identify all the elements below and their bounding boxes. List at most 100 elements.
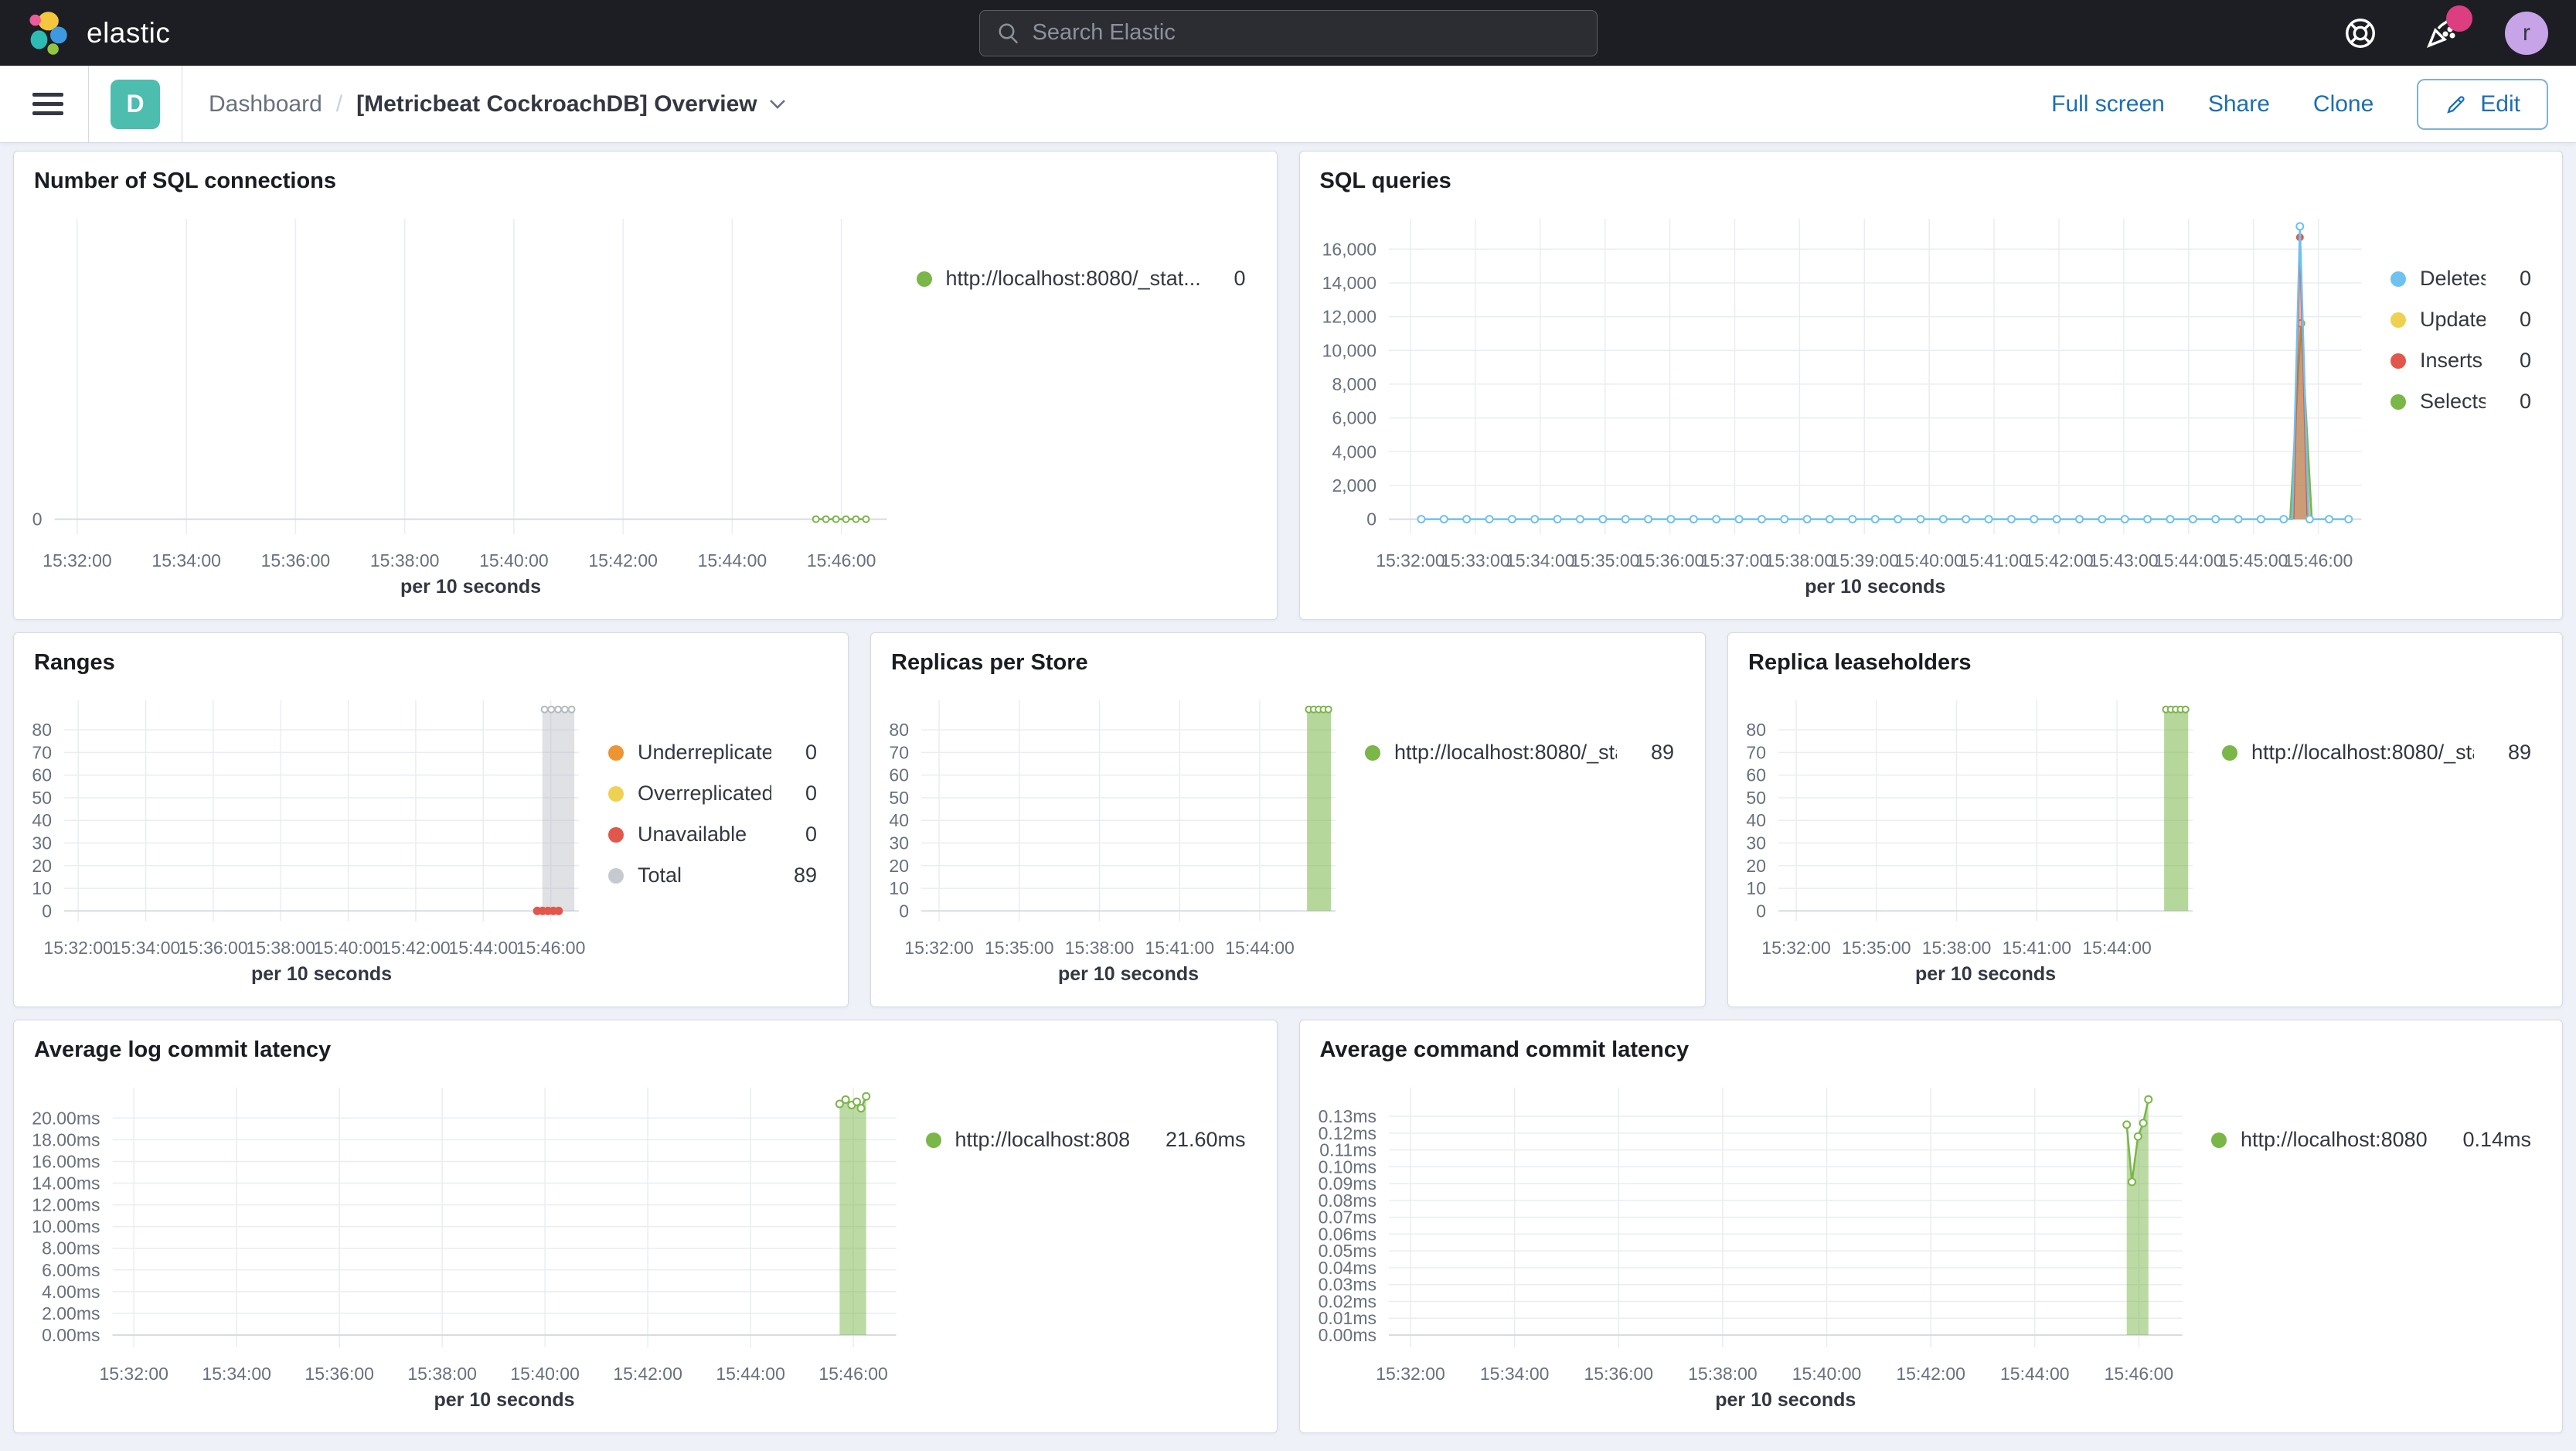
panel-number-of-sql-connections: Number of SQL connections 15:32:00 15:34:… bbox=[13, 151, 1278, 620]
legend-label: Inserts bbox=[2420, 349, 2483, 372]
svg-text:15:42:00: 15:42:00 bbox=[1896, 1364, 1965, 1384]
panel-title: Number of SQL connections bbox=[34, 169, 337, 193]
svg-text:15:36:00: 15:36:00 bbox=[261, 550, 331, 571]
main-menu-button[interactable] bbox=[22, 80, 74, 128]
svg-text:0: 0 bbox=[1756, 901, 1766, 921]
panel-replica-leaseholders: Replica leaseholders 15:32:00 15:35:00 15:… bbox=[1727, 632, 2563, 1007]
chart-number-of-sql-connections[interactable]: 15:32:00 15:34:00 15:36:00 15:38:00 15:40:00… bbox=[20, 199, 917, 613]
svg-text:15:44:00: 15:44:00 bbox=[2000, 1364, 2070, 1384]
user-avatar[interactable]: r bbox=[2505, 11, 2548, 55]
svg-text:15:36:00: 15:36:00 bbox=[179, 938, 248, 958]
svg-text:15:32:00: 15:32:00 bbox=[1376, 1364, 1445, 1384]
legend-item[interactable]: http://localhost:8080/_sta... 89 bbox=[1365, 741, 1674, 765]
svg-text:15:34:00: 15:34:00 bbox=[202, 1364, 271, 1384]
elastic-logo-icon bbox=[29, 11, 67, 55]
chart-sql-queries[interactable]: 15:32:00 15:33:00 15:34:00 15:35:00 15:36:00… bbox=[1306, 199, 2391, 613]
page-title[interactable]: [Metricbeat CockroachDB] Overview bbox=[356, 91, 787, 118]
clone-button[interactable]: Clone bbox=[2313, 91, 2374, 118]
breadcrumb-dashboard[interactable]: Dashboard bbox=[209, 91, 322, 118]
edit-button[interactable]: Edit bbox=[2417, 78, 2548, 130]
panel-title: SQL queries bbox=[1319, 169, 1451, 193]
share-button[interactable]: Share bbox=[2208, 91, 2270, 118]
news-button[interactable] bbox=[2423, 5, 2472, 52]
svg-text:15:32:00: 15:32:00 bbox=[1761, 938, 1831, 958]
legend-item[interactable]: Selects 0 bbox=[2391, 390, 2531, 414]
legend-item[interactable]: http://localhost:8080... 0.14ms bbox=[2211, 1128, 2531, 1152]
legend-item[interactable]: Inserts 0 bbox=[2391, 349, 2531, 373]
notification-dot bbox=[2446, 5, 2472, 32]
svg-text:per 10 seconds: per 10 seconds bbox=[251, 963, 392, 985]
svg-text:60: 60 bbox=[32, 765, 52, 785]
grid-row-3: Average log commit latency 15:32:00 15:34… bbox=[13, 1020, 2563, 1433]
svg-text:60: 60 bbox=[1746, 765, 1766, 785]
legend-item[interactable]: Updates 0 bbox=[2391, 308, 2531, 332]
svg-text:40: 40 bbox=[1746, 810, 1766, 830]
svg-text:15:34:00: 15:34:00 bbox=[1506, 550, 1575, 571]
svg-text:15:38:00: 15:38:00 bbox=[246, 938, 315, 958]
panel-title: Replicas per Store bbox=[891, 650, 1088, 675]
svg-text:15:34:00: 15:34:00 bbox=[151, 550, 221, 571]
svg-text:per 10 seconds: per 10 seconds bbox=[400, 576, 541, 598]
legend-item[interactable]: Deletes 0 bbox=[2391, 267, 2531, 291]
svg-text:per 10 seconds: per 10 seconds bbox=[1058, 963, 1199, 985]
panel-title: Replica leaseholders bbox=[1748, 650, 1972, 675]
svg-text:per 10 seconds: per 10 seconds bbox=[1715, 1389, 1856, 1411]
svg-text:80: 80 bbox=[889, 720, 909, 740]
legend: http://localhost:808... 21.60ms bbox=[925, 1068, 1266, 1426]
legend-color-dot bbox=[608, 744, 624, 761]
legend-value: 0 bbox=[2519, 308, 2531, 331]
legend-value: 89 bbox=[1650, 741, 1674, 764]
divider bbox=[88, 65, 89, 143]
svg-text:15:36:00: 15:36:00 bbox=[305, 1364, 374, 1384]
legend-item[interactable]: http://localhost:808... 21.60ms bbox=[925, 1128, 1246, 1152]
svg-text:80: 80 bbox=[1746, 720, 1766, 740]
svg-text:50: 50 bbox=[889, 788, 909, 808]
legend-item[interactable]: Total 89 bbox=[608, 863, 817, 887]
svg-text:30: 30 bbox=[1746, 833, 1766, 853]
svg-text:20.00ms: 20.00ms bbox=[32, 1108, 100, 1128]
panel-sql-queries: SQL queries 15:32:00 15:33:00 15:34:00 15:3… bbox=[1298, 151, 2563, 620]
legend-item[interactable]: Unavailable 0 bbox=[608, 823, 817, 846]
svg-text:18.00ms: 18.00ms bbox=[32, 1129, 100, 1150]
legend-value: 21.60ms bbox=[1165, 1128, 1246, 1151]
legend-value: 0 bbox=[2519, 390, 2531, 413]
svg-text:15:46:00: 15:46:00 bbox=[2104, 1364, 2173, 1384]
global-search bbox=[978, 9, 1598, 56]
svg-text:15:33:00: 15:33:00 bbox=[1441, 550, 1510, 571]
chart-replicas-per-store[interactable]: 15:32:00 15:35:00 15:38:00 15:41:00 15:44:00… bbox=[877, 680, 1365, 1000]
chart-replica-leaseholders[interactable]: 15:32:00 15:35:00 15:38:00 15:41:00 15:44:00… bbox=[1734, 680, 2222, 1000]
svg-text:15:44:00: 15:44:00 bbox=[2154, 550, 2224, 571]
svg-text:6.00ms: 6.00ms bbox=[42, 1260, 100, 1280]
legend-item[interactable]: Underreplicated 0 bbox=[608, 741, 817, 765]
chart-average-log-commit-latency[interactable]: 15:32:00 15:34:00 15:36:00 15:38:00 15:40:00… bbox=[20, 1068, 926, 1426]
search-input[interactable] bbox=[1032, 20, 1580, 46]
svg-text:15:44:00: 15:44:00 bbox=[1225, 938, 1295, 958]
chart-ranges[interactable]: 15:32:00 15:34:00 15:36:00 15:38:00 15:40:00… bbox=[20, 680, 608, 1000]
svg-text:14.00ms: 14.00ms bbox=[32, 1173, 100, 1194]
legend-item[interactable]: http://localhost:8080/_stat... 0 bbox=[916, 267, 1246, 291]
fullscreen-button[interactable]: Full screen bbox=[2051, 91, 2165, 118]
panel-average-log-commit-latency: Average log commit latency 15:32:00 15:34… bbox=[13, 1020, 1278, 1433]
search-box[interactable] bbox=[978, 9, 1598, 56]
svg-text:15:43:00: 15:43:00 bbox=[2089, 550, 2159, 571]
legend-item[interactable]: http://localhost:8080/_sta... 89 bbox=[2222, 741, 2531, 765]
svg-text:15:41:00: 15:41:00 bbox=[2003, 938, 2072, 958]
svg-text:15:42:00: 15:42:00 bbox=[381, 938, 451, 958]
breadcrumb-separator: / bbox=[335, 90, 343, 117]
svg-text:4.00ms: 4.00ms bbox=[42, 1282, 100, 1302]
svg-text:40: 40 bbox=[32, 810, 52, 830]
grid-row-1: Number of SQL connections 15:32:00 15:34:… bbox=[13, 151, 2563, 620]
svg-text:15:37:00: 15:37:00 bbox=[1700, 550, 1769, 571]
chart-average-command-commit-latency[interactable]: 15:32:00 15:34:00 15:36:00 15:38:00 15:40:00… bbox=[1306, 1068, 2212, 1426]
svg-text:10: 10 bbox=[32, 878, 52, 898]
top-header: elastic Search Elastic r bbox=[0, 0, 2576, 66]
help-button[interactable] bbox=[2343, 15, 2378, 51]
svg-text:80: 80 bbox=[32, 720, 52, 740]
dashboard-badge[interactable]: D bbox=[111, 79, 160, 129]
svg-text:15:46:00: 15:46:00 bbox=[818, 1364, 888, 1384]
svg-text:15:32:00: 15:32:00 bbox=[904, 938, 974, 958]
legend-item[interactable]: Overreplicated 0 bbox=[608, 782, 817, 806]
elastic-brand[interactable]: elastic bbox=[28, 11, 170, 56]
svg-text:0: 0 bbox=[32, 509, 43, 530]
legend-label: http://localhost:8080/_sta... bbox=[1394, 741, 1617, 764]
